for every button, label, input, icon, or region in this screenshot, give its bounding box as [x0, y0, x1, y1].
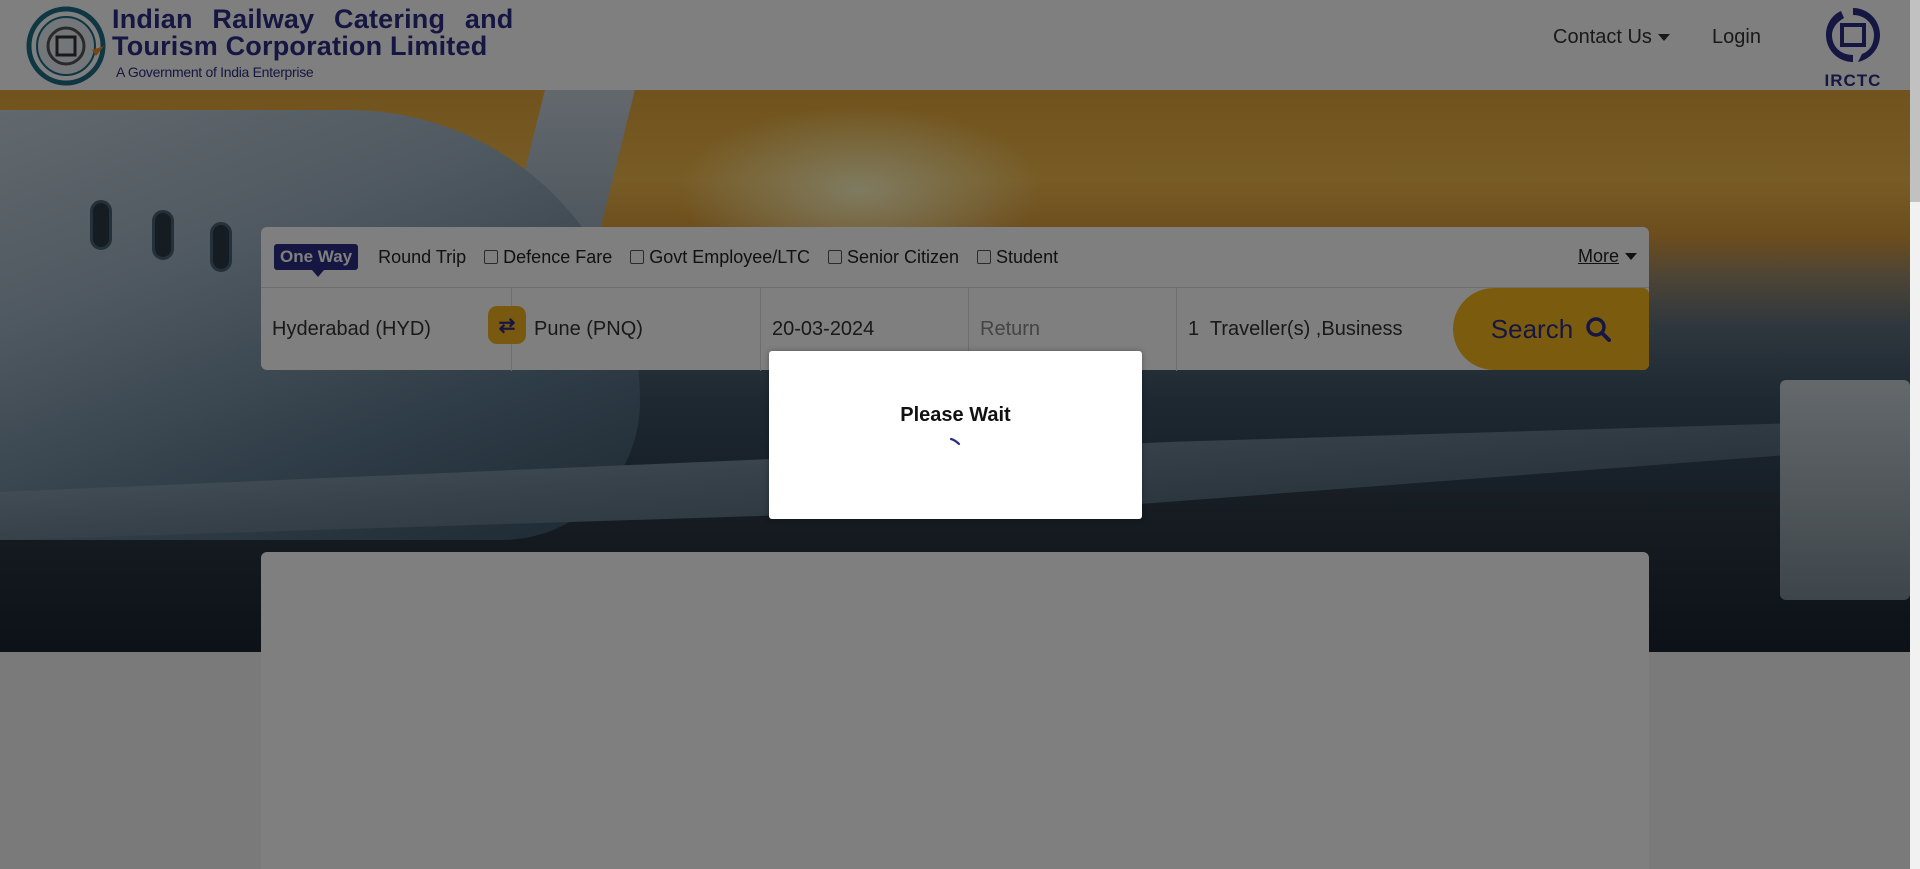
scrollbar-track[interactable] — [1910, 0, 1920, 869]
scrollbar-thumb[interactable] — [1910, 0, 1920, 202]
loading-modal: Please Wait — [769, 351, 1142, 519]
loading-spinner-icon — [949, 437, 960, 446]
loading-message: Please Wait — [900, 404, 1011, 426]
